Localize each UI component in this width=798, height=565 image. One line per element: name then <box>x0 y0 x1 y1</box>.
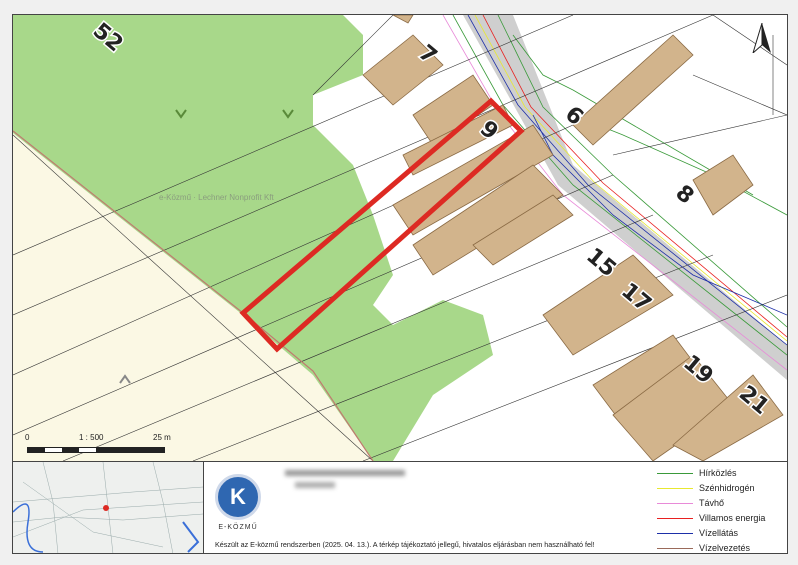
overview-map[interactable] <box>13 462 204 553</box>
scale-zero: 0 <box>25 433 30 442</box>
legend-item-szenhidrogen: Szénhidrogén <box>657 481 787 496</box>
legend-swatch <box>657 548 693 550</box>
legend-swatch <box>657 533 693 535</box>
logo-text: E-KÖZMŰ <box>218 524 258 531</box>
legend-item-villamos: Villamos energia <box>657 511 787 526</box>
watermark: e-Közmű · Lechner Nonprofit Kft <box>159 193 274 202</box>
legend: Hírközlés Szénhidrogén Távhő Villamos en… <box>657 466 787 553</box>
legend-swatch <box>657 473 693 475</box>
map-view[interactable]: 52 7 9 6 8 15 17 19 21 e-Közmű · Lechner… <box>13 15 787 461</box>
ekozmu-logo: K E-KÖZMŰ <box>213 474 263 531</box>
legend-item-tavho: Távhő <box>657 496 787 511</box>
overview-canvas <box>13 462 203 553</box>
scale-ratio: 1 : 500 <box>79 433 104 442</box>
legend-swatch <box>657 503 693 505</box>
legend-item-vizelvezetes: Vízelvezetés <box>657 541 787 553</box>
scale-graphic <box>27 447 165 453</box>
legend-swatch <box>657 488 693 490</box>
legend-swatch <box>657 518 693 520</box>
map-canvas[interactable]: 52 7 9 6 8 15 17 19 21 <box>13 15 787 461</box>
logo-icon: K <box>215 474 261 520</box>
scale-length: 25 m <box>153 433 171 442</box>
north-arrow-icon <box>752 23 771 53</box>
scale-bar: 0 1 : 500 25 m <box>25 433 177 457</box>
disclaimer-text: Készült az E-közmű rendszerben (2025. 04… <box>215 540 595 549</box>
redacted-address <box>285 470 425 492</box>
location-marker-icon <box>103 505 109 511</box>
legend-item-vizellatas: Vízellátás <box>657 526 787 541</box>
footer-panel: K E-KÖZMŰ Készült az E-közmű rendszerben… <box>13 461 787 553</box>
map-sheet: 52 7 9 6 8 15 17 19 21 e-Közmű · Lechner… <box>12 14 788 554</box>
legend-item-hirkozles: Hírközlés <box>657 466 787 481</box>
